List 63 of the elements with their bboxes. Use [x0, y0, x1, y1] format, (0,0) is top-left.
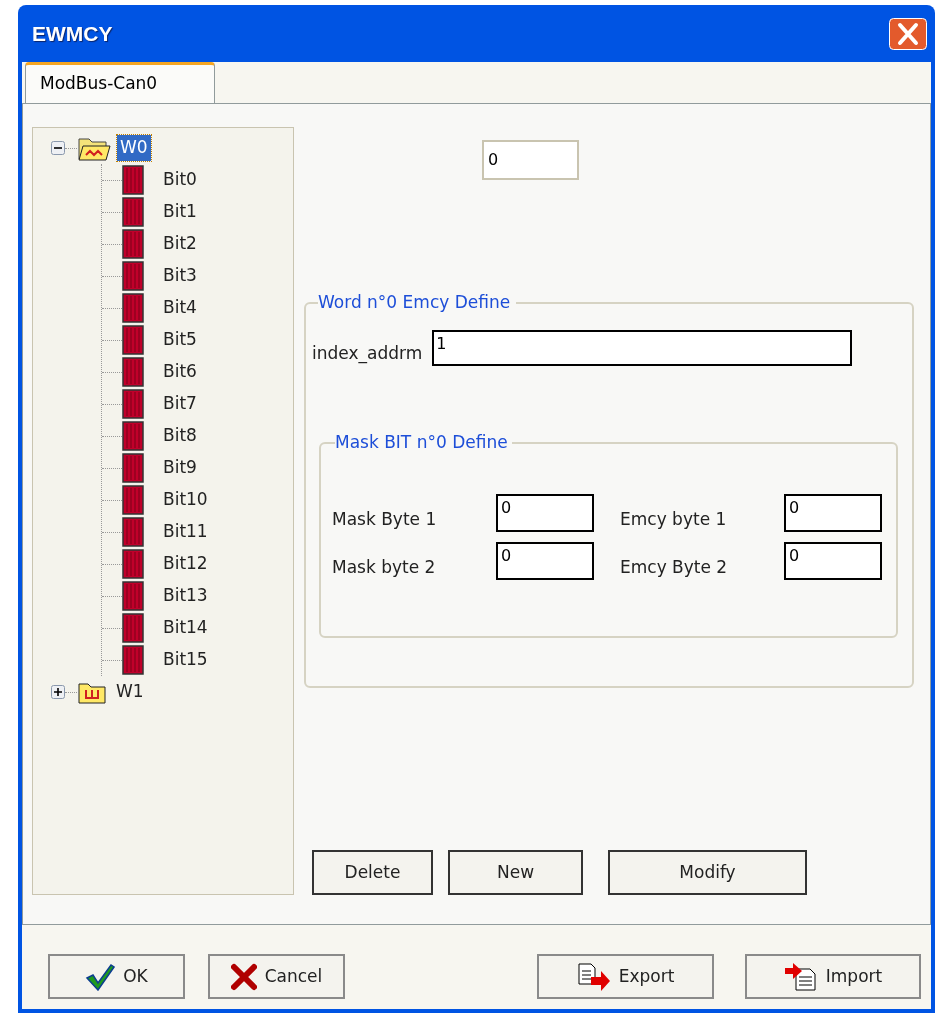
field-label: Mask Byte 1	[332, 507, 438, 531]
tree-item[interactable]: Bit8	[161, 423, 199, 449]
open-folder-icon	[77, 135, 111, 161]
tab[interactable]: ModBus-Can0	[25, 62, 215, 103]
tree-item[interactable]: Bit0	[161, 167, 199, 193]
import-document-icon	[783, 962, 818, 991]
memory-chip-icon	[122, 389, 144, 419]
memory-chip-icon	[122, 549, 144, 579]
collapse-icon[interactable]	[51, 141, 65, 155]
input-field[interactable]: 0	[784, 542, 882, 580]
input-field[interactable]: 1	[432, 330, 853, 366]
tree-item[interactable]: Bit14	[161, 615, 210, 641]
expand-icon[interactable]	[51, 685, 65, 699]
close-icon	[230, 962, 257, 991]
button[interactable]: Import	[745, 954, 921, 999]
tree-item[interactable]: Bit12	[161, 551, 210, 577]
window-title: EWMCY	[32, 20, 113, 47]
field-label: Emcy Byte 2	[620, 555, 729, 579]
tree-item[interactable]: Bit7	[161, 391, 199, 417]
tree-item[interactable]: Bit3	[161, 263, 199, 289]
memory-chip-icon	[122, 293, 144, 323]
memory-chip-icon	[122, 613, 144, 643]
export-document-icon	[576, 962, 611, 991]
memory-chip-icon	[122, 325, 144, 355]
tree-item[interactable]: Bit11	[161, 519, 210, 545]
memory-chip-icon	[122, 517, 144, 547]
tree-item[interactable]: W1	[113, 679, 147, 705]
tree-item[interactable]: Bit6	[161, 359, 199, 385]
field-label: Emcy byte 1	[620, 507, 728, 531]
checkmark-icon	[85, 962, 116, 991]
input-field[interactable]: 0	[784, 494, 882, 532]
tree-item[interactable]: Bit10	[161, 487, 210, 513]
memory-chip-icon	[122, 197, 144, 227]
memory-chip-icon	[122, 453, 144, 483]
memory-chip-icon	[122, 165, 144, 195]
memory-chip-icon	[122, 581, 144, 611]
field-label: index_addrm	[312, 341, 423, 366]
button[interactable]: Export	[537, 954, 714, 999]
button[interactable]: OK	[48, 954, 185, 999]
memory-chip-icon	[122, 261, 144, 291]
close-icon[interactable]	[889, 17, 927, 50]
field-label: Mask byte 2	[332, 555, 437, 579]
tree-item[interactable]: Bit2	[161, 231, 199, 257]
tree-item[interactable]: W0	[117, 135, 151, 161]
tree-item[interactable]: Bit15	[161, 647, 210, 673]
tree-item[interactable]: Bit1	[161, 199, 199, 225]
memory-chip-icon	[122, 485, 144, 515]
tree-item[interactable]: Bit13	[161, 583, 210, 609]
input-field[interactable]: 0	[482, 140, 579, 180]
button[interactable]: Modify	[608, 850, 807, 895]
folder-icon	[77, 680, 107, 704]
button[interactable]: New	[448, 850, 583, 895]
memory-chip-icon	[122, 421, 144, 451]
tree-item[interactable]: Bit9	[161, 455, 199, 481]
memory-chip-icon	[122, 645, 144, 675]
input-field[interactable]: 0	[496, 494, 594, 532]
button[interactable]: Delete	[312, 850, 433, 895]
memory-chip-icon	[122, 357, 144, 387]
tree-item[interactable]: Bit5	[161, 327, 199, 353]
memory-chip-icon	[122, 229, 144, 259]
button[interactable]: Cancel	[208, 954, 345, 999]
tree-item[interactable]: Bit4	[161, 295, 199, 321]
input-field[interactable]: 0	[496, 542, 594, 580]
